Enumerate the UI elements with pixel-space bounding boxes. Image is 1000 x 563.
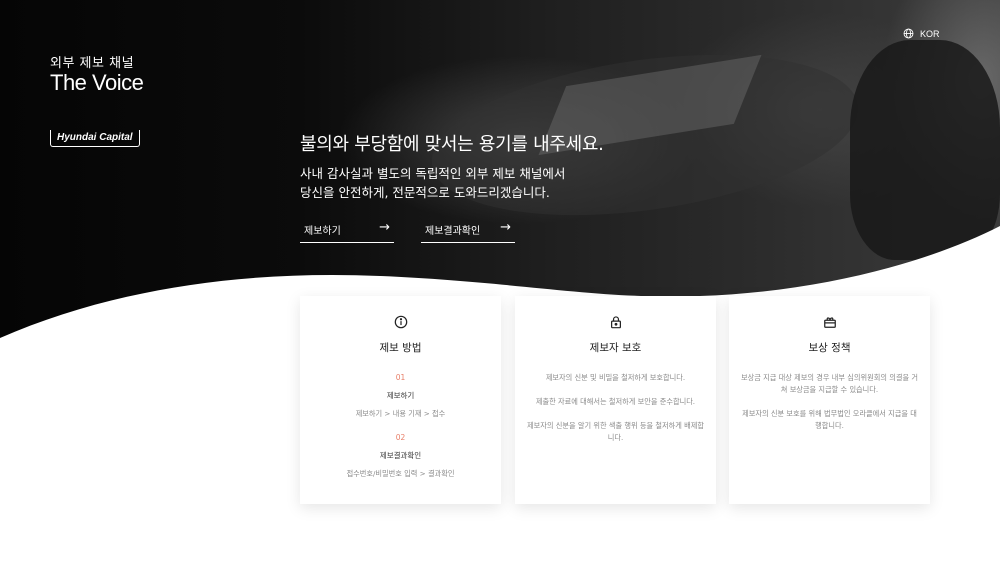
hyundai-capital-logo[interactable]: Hyundai Capital	[50, 130, 140, 147]
hero-headline: 불의와 부당함에 맞서는 용기를 내주세요.	[300, 134, 604, 155]
hero-description: 사내 감사실과 별도의 독립적인 외부 제보 채널에서 당신을 안전하게, 전문…	[300, 164, 565, 202]
info-icon	[394, 315, 407, 329]
step-path: 접수번호/비밀번호 입력 > 결과확인	[346, 469, 455, 478]
card-paragraph: 제보자의 신분 보호를 위해 법무법인 오라클에서 지급을 대행합니다.	[742, 409, 917, 430]
card-title: 보상 정책	[808, 342, 851, 354]
report-button-label: 제보하기	[304, 226, 341, 237]
arrow-right-icon: →	[500, 220, 511, 235]
report-button[interactable]: 제보하기 →	[300, 220, 394, 243]
globe-icon	[903, 28, 914, 39]
step-path: 제보하기 > 내용 기재 > 접수	[355, 409, 446, 418]
card-report-method: 제보 방법 01 제보하기 제보하기 > 내용 기재 > 접수 02 제보결과확…	[300, 296, 501, 504]
language-selector[interactable]: KOR	[903, 28, 940, 39]
brand-subtitle: 외부 제보 채널	[50, 56, 135, 71]
card-paragraph: 제보자의 신분 및 비밀을 철저하게 보호합니다.	[545, 373, 686, 382]
check-result-button-label: 제보결과확인	[425, 226, 481, 237]
card-body: 보상금 지급 대상 제보의 경우 내부 심의위원회의 의결을 거쳐 보상금을 지…	[741, 372, 918, 444]
card-paragraph: 제출한 자료에 대해서는 철저하게 보안을 준수합니다.	[535, 397, 696, 406]
check-result-button[interactable]: 제보결과확인 →	[421, 220, 515, 243]
step-number: 02	[395, 433, 406, 442]
lock-icon	[610, 316, 621, 329]
card-body: 01 제보하기 제보하기 > 내용 기재 > 접수 02 제보결과확인 접수번호…	[312, 372, 489, 492]
card-body: 제보자의 신분 및 비밀을 철저하게 보호합니다. 제출한 자료에 대해서는 철…	[527, 372, 704, 456]
hero-description-line-1: 사내 감사실과 별도의 독립적인 외부 제보 채널에서	[300, 166, 566, 181]
step-number: 01	[395, 373, 406, 382]
arrow-right-icon: →	[379, 220, 390, 235]
card-paragraph: 보상금 지급 대상 제보의 경우 내부 심의위원회의 의결을 거쳐 보상금을 지…	[741, 373, 918, 394]
step-title: 제보하기	[386, 391, 415, 400]
card-paragraph: 제보자의 신분을 알기 위한 색출 행위 등을 철저하게 배제합니다.	[527, 421, 704, 442]
card-title: 제보 방법	[379, 342, 422, 354]
card-title: 제보자 보호	[589, 342, 642, 354]
step-title: 제보결과확인	[379, 451, 422, 460]
card-reward-policy: 보상 정책 보상금 지급 대상 제보의 경우 내부 심의위원회의 의결을 거쳐 …	[729, 296, 930, 504]
gift-icon	[823, 317, 836, 328]
card-reporter-protection: 제보자 보호 제보자의 신분 및 비밀을 철저하게 보호합니다. 제출한 자료에…	[515, 296, 716, 504]
hero-description-line-2: 당신을 안전하게, 전문적으로 도와드리겠습니다.	[300, 185, 550, 200]
language-label: KOR	[920, 28, 940, 39]
brand-title: The Voice	[50, 70, 144, 95]
